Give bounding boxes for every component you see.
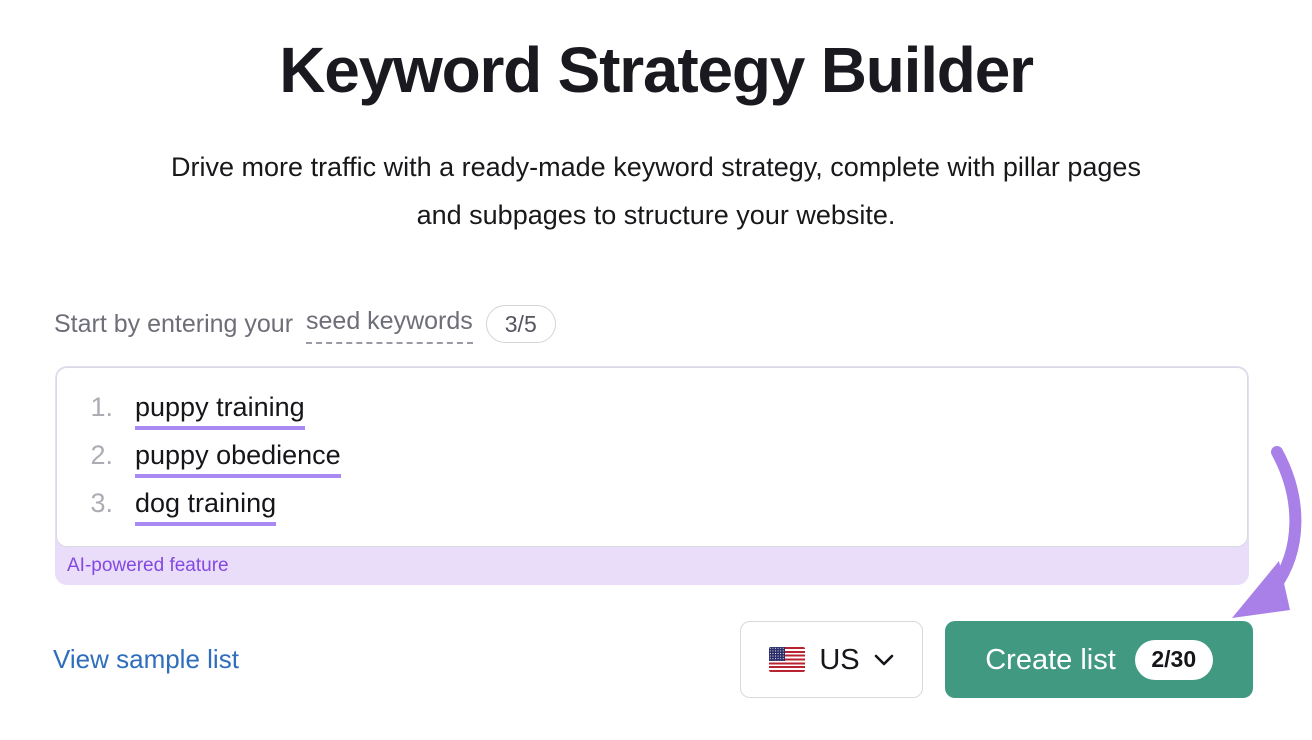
view-sample-list-link[interactable]: View sample list: [53, 642, 239, 676]
list-item[interactable]: 1. puppy training: [83, 390, 1247, 438]
keyword-text[interactable]: dog training: [135, 486, 277, 526]
page-subtitle: Drive more traffic with a ready-made key…: [171, 152, 1141, 230]
list-item[interactable]: 3. dog training: [83, 486, 1247, 534]
keyword-number: 1.: [90, 392, 113, 422]
country-selector-label: US: [819, 643, 860, 676]
country-selector[interactable]: US: [740, 621, 923, 698]
create-list-quota-badge: 2/30: [1134, 639, 1213, 680]
ai-powered-feature-note: AI-powered feature: [67, 555, 229, 576]
create-list-button[interactable]: Create list 2/30: [945, 621, 1253, 698]
keyword-textarea[interactable]: 1. puppy training 2. puppy obedience 3. …: [56, 367, 1248, 547]
seed-keywords-link[interactable]: seed keywords: [306, 304, 473, 344]
keyword-number: 2.: [90, 440, 113, 470]
prompt-lead-text: Start by entering your: [54, 310, 294, 338]
page-title: Keyword Strategy Builder: [279, 34, 1034, 106]
us-flag-icon: [769, 647, 806, 672]
keyword-strategy-builder-page: Keyword Strategy Builder Drive more traf…: [0, 0, 1312, 740]
seed-count-badge: 3/5: [485, 305, 556, 343]
create-list-label: Create list: [985, 643, 1116, 676]
keyword-list: 1. puppy training 2. puppy obedience 3. …: [83, 390, 1247, 534]
keyword-text[interactable]: puppy training: [135, 390, 305, 430]
list-item[interactable]: 2. puppy obedience: [83, 438, 1247, 486]
seed-keyword-prompt: Start by entering your seed keywords 3/5: [54, 304, 556, 344]
keyword-text[interactable]: puppy obedience: [135, 438, 341, 478]
keyword-input-shell: 1. puppy training 2. puppy obedience 3. …: [55, 366, 1249, 585]
keyword-number: 3.: [90, 488, 113, 518]
chevron-down-icon: [874, 654, 893, 665]
